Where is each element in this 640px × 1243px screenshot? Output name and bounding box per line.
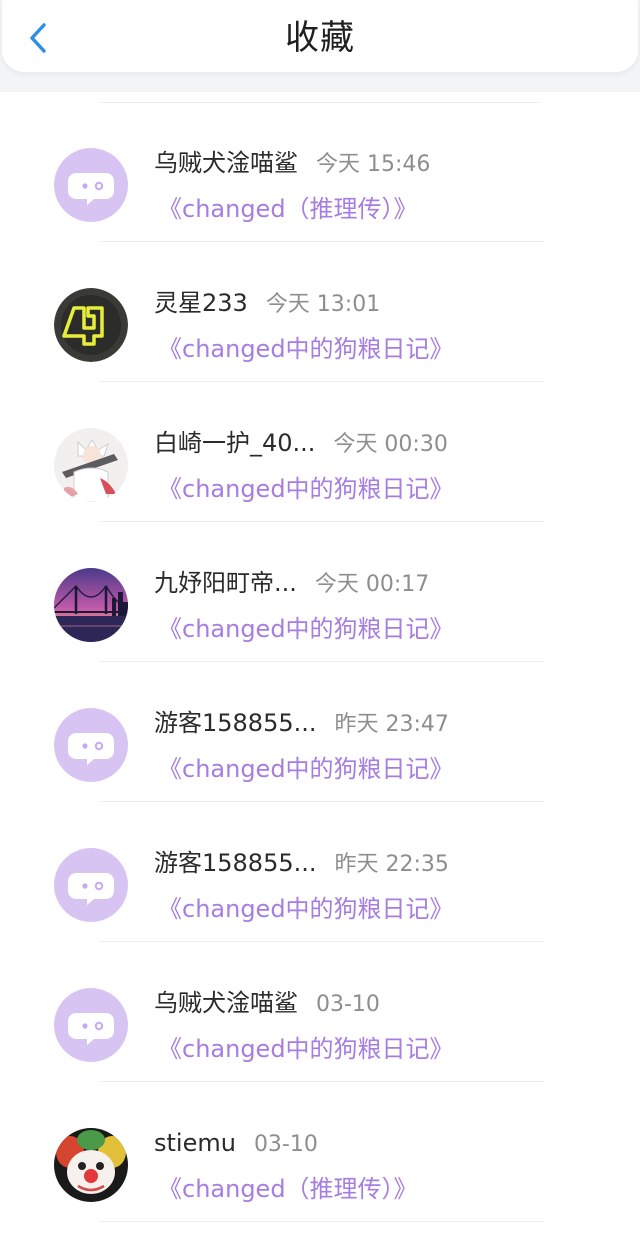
user-name[interactable]: 乌贼犬淦喵鲨 今天 15:46 <box>154 146 430 182</box>
timestamp: 今天 00:30 <box>333 432 448 457</box>
timestamp: 昨天 23:47 <box>334 712 449 737</box>
book-link[interactable]: 《changed中的狗粮日记》 <box>158 1032 454 1066</box>
book-link[interactable]: 《changed中的狗粮日记》 <box>158 612 454 646</box>
list-item[interactable]: 白崎一护_40... 今天 00:30 《changed中的狗粮日记》 <box>0 372 640 522</box>
user-name-text: 乌贼犬淦喵鲨 <box>154 989 298 1017</box>
user-name[interactable]: 乌贼犬淦喵鲨 03-10 <box>154 986 380 1022</box>
yellow-logo-avatar[interactable] <box>54 288 128 362</box>
book-link[interactable]: 《changed中的狗粮日记》 <box>158 472 454 506</box>
timestamp: 今天 00:17 <box>314 572 430 597</box>
list-item[interactable]: stiemu 03-10 《changed（推理传）》 <box>0 1072 640 1222</box>
timestamp: 03-10 <box>316 992 380 1017</box>
user-name-text: stiemu <box>154 1129 236 1157</box>
timestamp: 03-10 <box>253 1132 318 1157</box>
page-title: 收藏 <box>285 18 355 58</box>
book-link[interactable]: 《changed中的狗粮日记》 <box>158 892 454 926</box>
book-link[interactable]: 《changed中的狗粮日记》 <box>158 752 454 786</box>
user-name-text: 乌贼犬淦喵鲨 <box>154 149 298 177</box>
user-name[interactable]: 九妤阳町帝... 今天 00:17 <box>154 566 429 602</box>
user-name[interactable]: 游客158855... 昨天 23:47 <box>154 706 449 742</box>
timestamp: 昨天 22:35 <box>334 852 449 877</box>
list-item[interactable]: 乌贼犬淦喵鲨 03-10 《changed中的狗粮日记》 <box>0 932 640 1082</box>
user-name-text: 游客158855... <box>154 849 317 877</box>
user-name[interactable]: 灵星233 今天 13:01 <box>154 286 380 322</box>
default-avatar-icon[interactable] <box>54 708 128 782</box>
default-avatar-icon[interactable] <box>54 848 128 922</box>
list-item[interactable]: 九妤阳町帝... 今天 00:17 《changed中的狗粮日记》 <box>0 512 640 662</box>
user-name[interactable]: 游客158855... 昨天 22:35 <box>154 846 449 882</box>
user-name-text: 游客158855... <box>154 709 317 737</box>
user-name-text: 灵星233 <box>154 289 248 317</box>
list-item[interactable]: 游客158855... 昨天 22:35 《changed中的狗粮日记》 <box>0 792 640 942</box>
book-link[interactable]: 《changed（推理传）》 <box>158 192 418 226</box>
user-name[interactable]: 白崎一护_40... 今天 00:30 <box>154 426 448 462</box>
list-item[interactable]: 乌贼犬淦喵鲨 今天 15:46 《changed（推理传）》 <box>0 92 640 242</box>
anime-character-avatar[interactable] <box>54 428 128 502</box>
book-link[interactable]: 《changed中的狗粮日记》 <box>158 332 454 366</box>
list-divider <box>100 1221 544 1222</box>
default-avatar-icon[interactable] <box>54 148 128 222</box>
top-bar: 收藏 <box>0 0 640 92</box>
bridge-sunset-avatar[interactable] <box>54 568 128 642</box>
list-item[interactable]: 游客158855... 昨天 23:47 《changed中的狗粮日记》 <box>0 652 640 802</box>
timestamp: 今天 13:01 <box>265 292 381 317</box>
user-name-text: 九妤阳町帝... <box>154 569 297 597</box>
header: 收藏 <box>2 0 638 72</box>
book-link[interactable]: 《changed（推理传）》 <box>158 1172 418 1206</box>
clown-avatar[interactable] <box>54 1128 128 1202</box>
user-name-text: 白崎一护_40... <box>154 429 316 457</box>
default-avatar-icon[interactable] <box>54 988 128 1062</box>
user-name[interactable]: stiemu 03-10 <box>154 1126 318 1162</box>
timestamp: 今天 15:46 <box>316 152 431 177</box>
list-item[interactable]: 灵星233 今天 13:01 《changed中的狗粮日记》 <box>0 232 640 382</box>
